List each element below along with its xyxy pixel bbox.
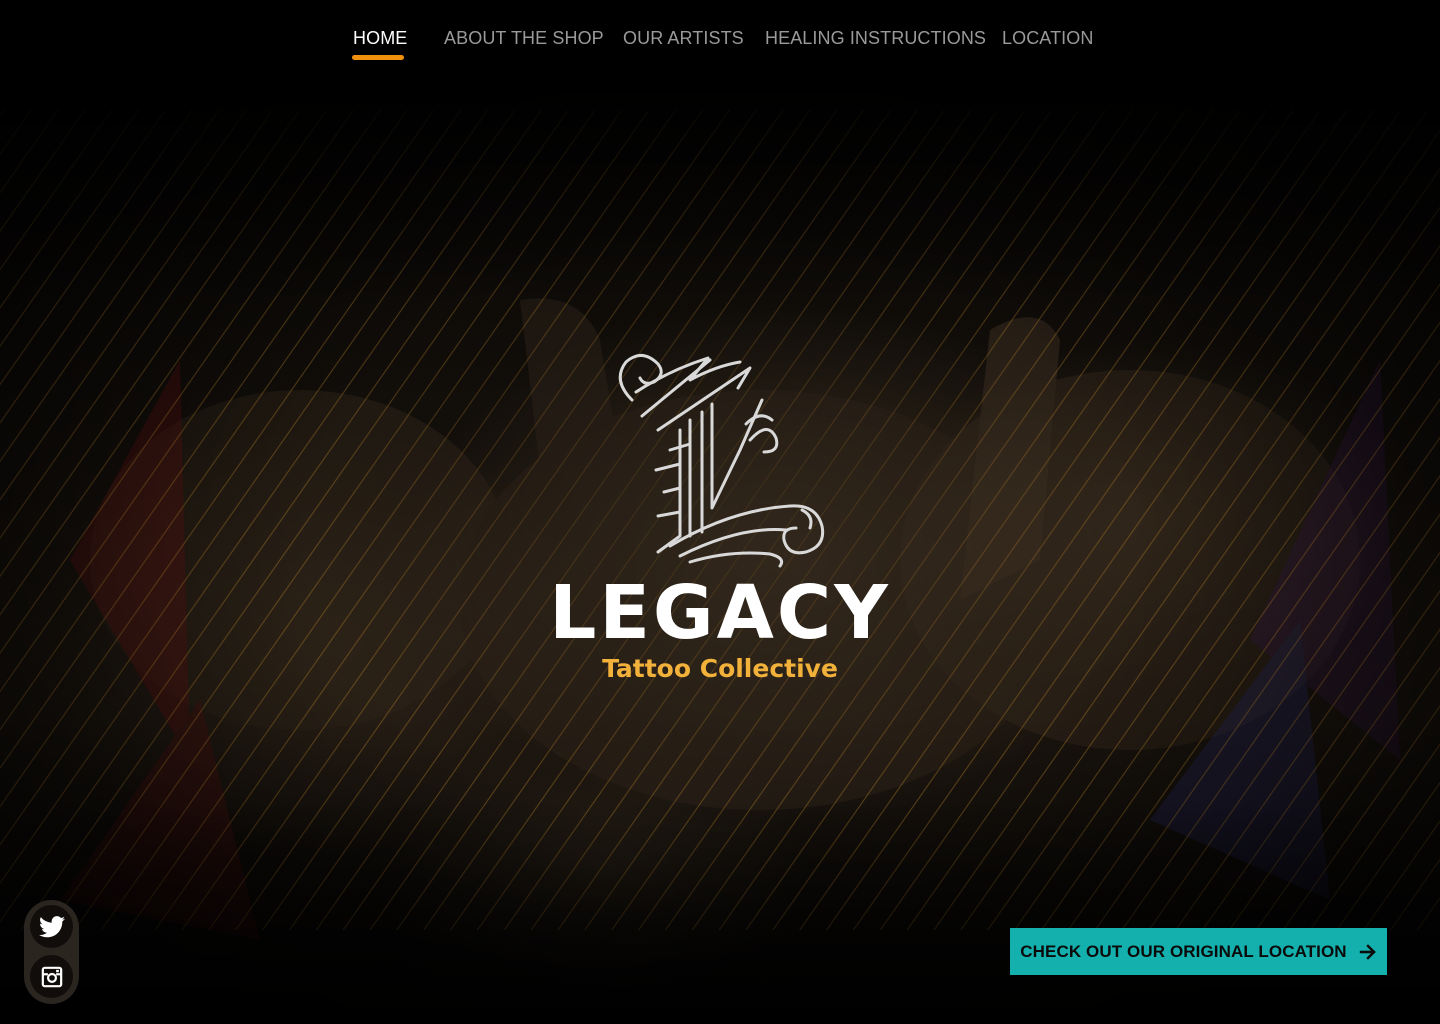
active-nav-indicator bbox=[352, 55, 404, 60]
nav-item-location[interactable]: LOCATION bbox=[1002, 28, 1093, 49]
brand-name: LEGACY bbox=[549, 570, 891, 656]
ornate-letter-l-icon bbox=[618, 354, 825, 568]
nav-item-our-artists[interactable]: OUR ARTISTS bbox=[623, 28, 744, 49]
nav-item-about-the-shop[interactable]: ABOUT THE SHOP bbox=[444, 28, 604, 49]
original-location-button[interactable]: CHECK OUT OUR ORIGINAL LOCATION bbox=[1010, 928, 1387, 975]
top-navigation: HOME ABOUT THE SHOP OUR ARTISTS HEALING … bbox=[0, 28, 1440, 68]
original-location-button-label: CHECK OUT OUR ORIGINAL LOCATION bbox=[1020, 941, 1347, 961]
nav-item-healing-instructions[interactable]: HEALING INSTRUCTIONS bbox=[765, 28, 986, 49]
social-links bbox=[24, 900, 79, 1004]
brand-tagline: Tattoo Collective bbox=[602, 654, 838, 683]
brand-logo: LEGACY Tattoo Collective bbox=[540, 340, 900, 700]
instagram-icon bbox=[41, 966, 62, 987]
twitter-icon bbox=[38, 915, 65, 937]
nav-item-home[interactable]: HOME bbox=[353, 28, 407, 49]
arrow-right-icon bbox=[1359, 943, 1376, 960]
instagram-link[interactable] bbox=[30, 955, 73, 998]
twitter-link[interactable] bbox=[30, 905, 73, 948]
